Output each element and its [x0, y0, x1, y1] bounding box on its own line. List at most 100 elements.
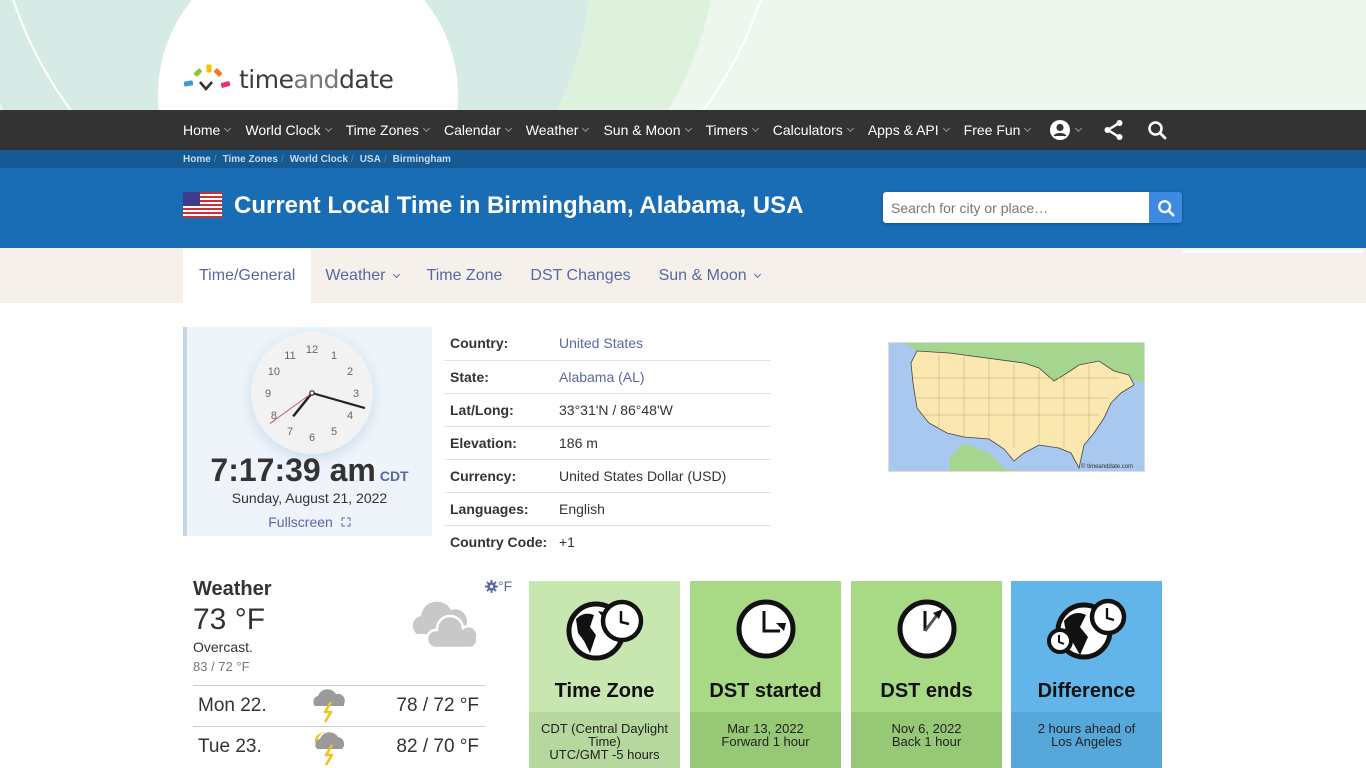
tile-footer: Mar 13, 2022 Forward 1 hour	[690, 712, 841, 768]
tile-dst-started[interactable]: DST started Mar 13, 2022 Forward 1 hour	[690, 581, 841, 768]
clock-card: 12 1 2 3 4 5 6 7 8 9 10 11 7:17:39 am CDT Sunday, Au…	[183, 327, 432, 536]
breadcrumb-world-clock[interactable]: World Clock	[290, 154, 348, 165]
table-row: State: Alabama (AL)	[444, 360, 771, 394]
chevron-down-icon	[1024, 124, 1032, 133]
nav-calculators[interactable]: Calculators	[773, 122, 854, 138]
country-link[interactable]: United States	[553, 327, 771, 361]
clock-numeral: 2	[347, 366, 353, 378]
city-search-input[interactable]	[883, 192, 1149, 223]
forecast-temps: 82 / 70 °F	[396, 736, 479, 757]
tab-sun-moon[interactable]: Sun & Moon	[645, 248, 774, 303]
state-link[interactable]: Alabama (AL)	[553, 360, 771, 394]
clock-forward-icon	[736, 599, 795, 659]
nav-apps-api[interactable]: Apps & API	[868, 122, 950, 138]
table-row: Lat/Long: 33°31'N / 86°48'W	[444, 393, 771, 427]
nav-world-clock[interactable]: World Clock	[245, 122, 332, 138]
tab-time-zone[interactable]: Time Zone	[413, 248, 517, 303]
fullscreen-link[interactable]: Fullscreen	[187, 514, 432, 530]
info-label: Lat/Long:	[444, 393, 553, 427]
city-search-button[interactable]	[1149, 192, 1182, 223]
current-date: Sunday, August 21, 2022	[231, 490, 388, 506]
temperature-range: 83 / 72 °F	[193, 659, 250, 674]
clock-back-icon	[897, 599, 956, 659]
account-menu[interactable]	[1049, 119, 1083, 141]
share-button[interactable]	[1103, 119, 1125, 141]
logo-mark-icon	[183, 64, 235, 94]
tile-line: Forward 1 hour	[721, 734, 810, 749]
divider	[1183, 250, 1363, 253]
tab-dst-changes[interactable]: DST Changes	[516, 248, 644, 303]
forecast-row: Mon 22. 78 / 72 °F	[193, 685, 485, 726]
clock-numeral: 9	[265, 388, 271, 400]
nav-calendar[interactable]: Calendar	[444, 122, 512, 138]
current-time: 7:17:39 am	[210, 452, 376, 488]
timezone-abbr[interactable]: CDT	[380, 468, 409, 484]
tile-line: CDT (Central Daylight Time)	[541, 721, 668, 749]
breadcrumb-separator: /	[350, 153, 354, 165]
tile-title: DST ends	[880, 680, 973, 702]
tab-weather[interactable]: Weather	[311, 248, 412, 303]
nav-timers[interactable]: Timers	[706, 122, 759, 138]
share-icon	[1104, 120, 1123, 140]
title-bar: Current Local Time in Birmingham, Alabam…	[0, 168, 1366, 248]
chevron-down-icon	[751, 124, 759, 133]
forecast-row: Tue 23. 82 / 70 °F	[193, 726, 485, 767]
tile-footer: 2 hours ahead of Los Angeles	[1011, 712, 1162, 768]
clock-numeral: 3	[353, 388, 359, 400]
search-icon	[1157, 199, 1174, 216]
tile-dst-ends[interactable]: DST ends Nov 6, 2022 Back 1 hour	[851, 581, 1002, 768]
breadcrumb-current: Birmingham	[392, 153, 451, 165]
chevron-down-icon	[753, 270, 761, 278]
thunderstorm-icon	[313, 689, 345, 723]
tile-line: Los Angeles	[1051, 734, 1122, 749]
nav-weather[interactable]: Weather	[526, 122, 590, 138]
clock-numeral: 12	[306, 344, 318, 356]
lat-long-value: 33°31'N / 86°48'W	[553, 393, 771, 427]
nav-time-zones[interactable]: Time Zones	[346, 122, 430, 138]
nav-home[interactable]: Home	[183, 122, 232, 138]
breadcrumb-time-zones[interactable]: Time Zones	[223, 154, 278, 165]
chevron-down-icon	[1075, 124, 1083, 133]
tile-footer: CDT (Central Daylight Time) UTC/GMT -5 h…	[529, 712, 680, 768]
info-label: Languages:	[444, 492, 553, 526]
page-title: Current Local Time in Birmingham, Alabam…	[234, 192, 804, 219]
user-icon	[1050, 120, 1071, 140]
main-nav: Home World Clock Time Zones Calendar Wea…	[0, 110, 1366, 150]
info-label: Country:	[444, 327, 553, 361]
clock-numeral: 1	[331, 350, 337, 362]
breadcrumb-separator: /	[213, 153, 217, 165]
temperature-unit-toggle[interactable]: °F	[485, 578, 512, 594]
tab-time-general[interactable]: Time/General	[183, 248, 312, 303]
location-info-table: Country: United States State: Alabama (AL)…	[444, 327, 771, 558]
nav-search-button[interactable]	[1147, 120, 1167, 140]
tile-time-zone[interactable]: Time Zone CDT (Central Daylight Time) UT…	[529, 581, 680, 768]
clock-numeral: 4	[347, 410, 353, 422]
breadcrumb-usa[interactable]: USA	[360, 154, 381, 165]
tile-difference[interactable]: Difference 2 hours ahead of Los Angeles	[1011, 581, 1162, 768]
site-logo[interactable]: timeanddate	[183, 64, 394, 94]
city-search	[883, 192, 1182, 223]
elevation-value: 186 m	[553, 426, 771, 460]
table-row: Country: United States	[444, 327, 771, 361]
info-label: State:	[444, 360, 553, 394]
digital-time: 7:17:39 am CDT	[187, 452, 432, 489]
unit-label: °F	[498, 578, 513, 594]
forecast-day: Mon 22.	[198, 695, 267, 716]
breadcrumb-separator: /	[280, 153, 284, 165]
forecast-temps: 78 / 72 °F	[396, 695, 479, 716]
nav-sun-moon[interactable]: Sun & Moon	[603, 122, 692, 138]
breadcrumb-home[interactable]: Home	[183, 154, 211, 165]
globe-clock-icon	[566, 599, 643, 661]
breadcrumb: Home / Time Zones / World Clock / USA / Birm…	[0, 150, 1366, 168]
clock-numeral: 7	[287, 426, 293, 438]
currency-value: United States Dollar (USD)	[553, 459, 771, 493]
location-map[interactable]: © timeanddate.com	[888, 342, 1145, 472]
chevron-down-icon	[324, 124, 332, 133]
clock-numeral: 11	[284, 350, 295, 362]
weather-widget: Weather 73 °F Overcast. 83 / 72 °F °F Mo…	[193, 578, 512, 766]
forecast-day: Tue 23.	[198, 736, 262, 757]
table-row: Elevation: 186 m	[444, 426, 771, 460]
logo-text: timeanddate	[239, 64, 394, 94]
chevron-down-icon	[582, 124, 590, 133]
nav-free-fun[interactable]: Free Fun	[964, 122, 1032, 138]
